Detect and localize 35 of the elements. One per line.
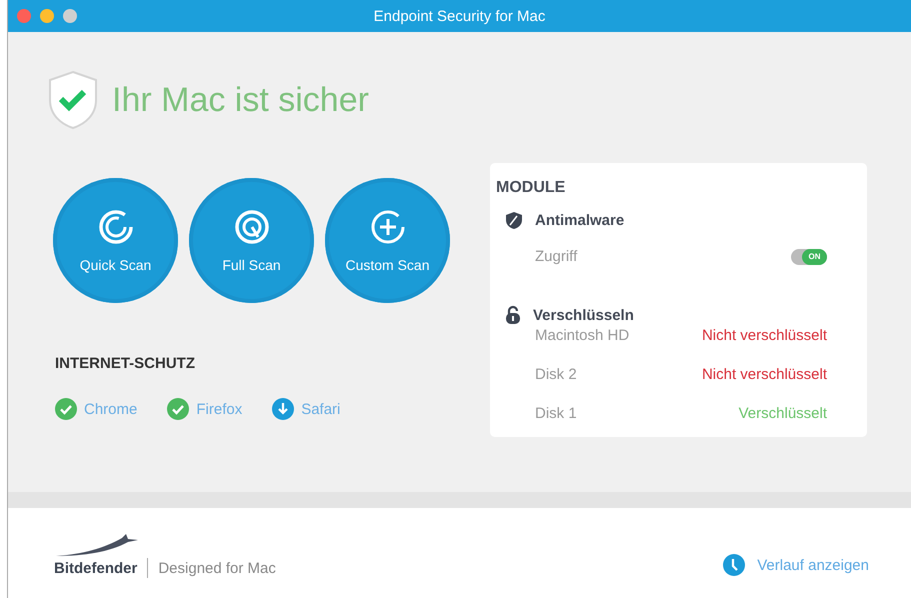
scan-button[interactable]: Quick Scan bbox=[53, 178, 178, 303]
clock-icon bbox=[723, 554, 746, 576]
encryption-status: Nicht verschlüsselt bbox=[702, 366, 827, 383]
setting-label: Zugriff bbox=[535, 248, 578, 265]
window-title: Endpoint Security for Mac bbox=[374, 8, 546, 24]
section-title: MODULE bbox=[496, 179, 566, 197]
brand-name: Bitdefender bbox=[54, 560, 138, 576]
status-headline: Ihr Mac ist sicher bbox=[112, 80, 369, 120]
scan-button[interactable]: Custom Scan bbox=[325, 178, 450, 303]
zoom-button[interactable] bbox=[63, 9, 77, 23]
browser-link[interactable]: Firefox bbox=[196, 400, 242, 418]
browser-link[interactable]: Safari bbox=[301, 400, 340, 418]
minimize-button[interactable] bbox=[40, 9, 54, 23]
close-button[interactable] bbox=[17, 9, 31, 23]
module-title: Verschlüsseln bbox=[533, 306, 634, 324]
disk-name: Macintosh HD bbox=[535, 327, 630, 344]
tagline: Designed for Mac bbox=[158, 560, 276, 576]
encryption-status: Verschlüsselt bbox=[738, 405, 827, 422]
encryption-status: Nicht verschlüsselt bbox=[702, 327, 827, 344]
browser-link[interactable]: Chrome bbox=[84, 400, 138, 418]
full-scan-icon bbox=[234, 208, 270, 244]
history-link[interactable]: Verlauf anzeigen bbox=[723, 554, 869, 578]
section-title: INTERNET-SCHUTZ bbox=[55, 355, 196, 372]
module-title: Antimalware bbox=[535, 212, 624, 229]
check-icon bbox=[55, 398, 77, 420]
scan-button[interactable]: Full Scan bbox=[189, 178, 314, 303]
check-icon bbox=[167, 398, 190, 420]
toggle-switch[interactable]: ON bbox=[791, 248, 827, 264]
shield-icon bbox=[505, 211, 523, 230]
padlock-icon bbox=[505, 305, 521, 325]
disk-name: Disk 2 bbox=[535, 366, 577, 383]
download-icon bbox=[272, 398, 294, 420]
quick-scan-icon bbox=[98, 208, 134, 244]
plus-icon bbox=[370, 208, 406, 244]
disk-name: Disk 1 bbox=[535, 405, 577, 422]
